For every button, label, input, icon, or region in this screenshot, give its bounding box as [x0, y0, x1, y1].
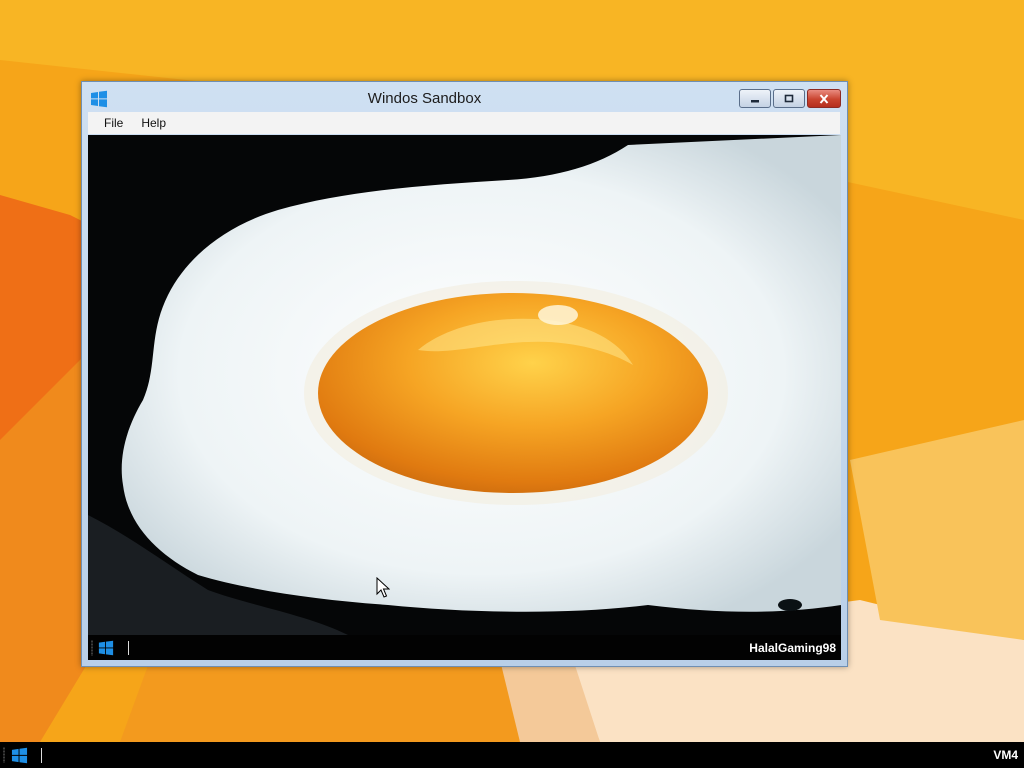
minimize-icon [751, 99, 759, 102]
maximize-button[interactable] [773, 89, 805, 108]
taskbar-grip[interactable] [91, 640, 93, 656]
text-caret [128, 641, 129, 655]
windows-logo-icon[interactable] [98, 640, 114, 656]
sandbox-window[interactable]: Windos Sandbox File Help HalalGaming98 [81, 81, 848, 667]
fried-egg-image [88, 135, 841, 635]
vm-taskbar: HalalGaming98 [88, 635, 841, 660]
taskbar-grip[interactable] [3, 747, 5, 763]
window-titlebar[interactable]: Windos Sandbox [82, 82, 847, 112]
host-label: VM4 [993, 748, 1018, 762]
windows-logo-icon[interactable] [11, 747, 28, 764]
close-icon [819, 93, 829, 104]
caption-buttons [739, 89, 841, 108]
text-caret [41, 748, 42, 763]
vm-display[interactable]: HalalGaming98 [88, 135, 841, 660]
maximize-icon [784, 94, 794, 102]
minimize-button[interactable] [739, 89, 771, 108]
window-title: Windos Sandbox [367, 90, 482, 107]
vm-user-label: HalalGaming98 [749, 641, 836, 655]
close-button[interactable] [807, 89, 841, 108]
mouse-cursor-icon [376, 577, 390, 598]
menu-bar: File Help [88, 112, 840, 134]
host-taskbar: VM4 [0, 742, 1024, 768]
menu-help[interactable]: Help [133, 116, 174, 130]
menu-file[interactable]: File [96, 116, 131, 130]
